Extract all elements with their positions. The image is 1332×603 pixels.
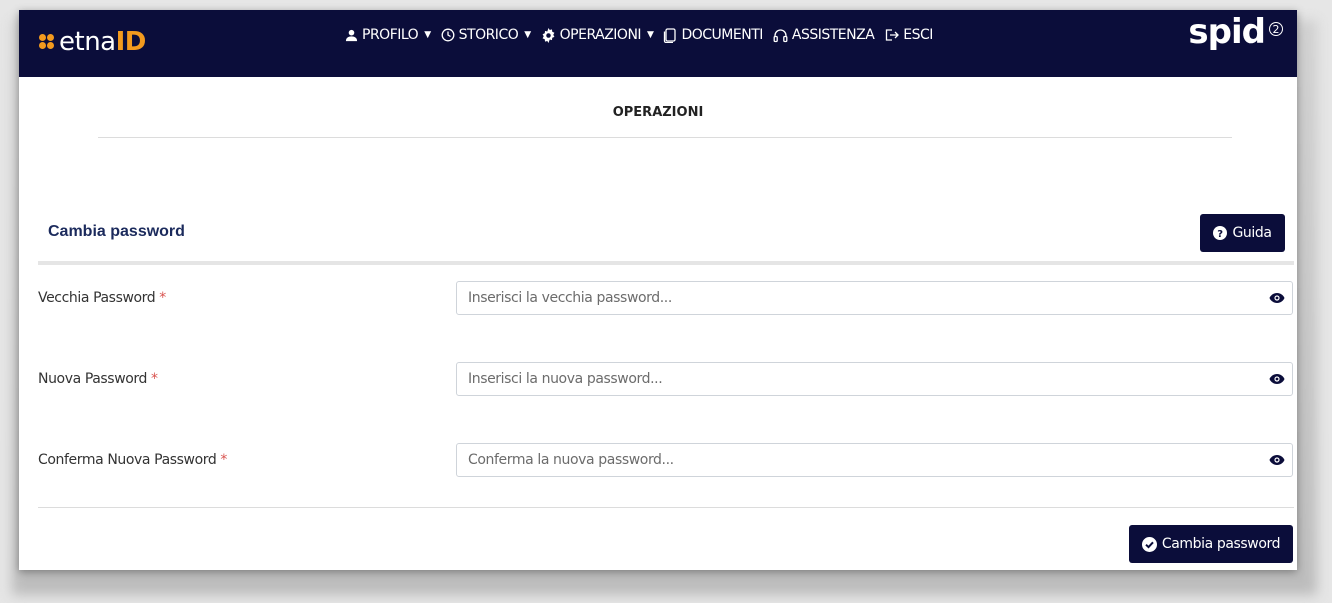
main-nav: PROFILO ▼ STORICO ▼ OPERAZIONI ▼ DOCUMEN… [345,10,943,60]
logout-icon [884,28,900,42]
chevron-down-icon: ▼ [424,30,431,40]
nav-label: STORICO [458,27,519,43]
app-window: etna ID PROFILO ▼ STORICO ▼ OPERAZIONI ▼… [19,10,1297,570]
nav-item-operazioni[interactable]: OPERAZIONI ▼ [541,27,654,43]
page-title: OPERAZIONI [612,105,704,120]
new-password-label: Nuova Password * [38,371,158,387]
spid-logo-text: spid [1188,12,1266,52]
field-label: Conferma Nuova Password [38,452,217,468]
old-password-input[interactable] [457,282,1262,314]
nav-item-storico[interactable]: STORICO ▼ [441,27,531,43]
eye-icon[interactable] [1262,292,1292,304]
nav-item-profilo[interactable]: PROFILO ▼ [345,27,431,43]
nav-label: OPERAZIONI [559,27,642,43]
change-password-button-label: Cambia password [1161,536,1281,552]
brand-prefix: etna [59,27,116,57]
spid-level-mark: 2 [1269,22,1283,36]
confirm-password-input[interactable] [457,444,1262,476]
old-password-label: Vecchia Password * [38,290,166,306]
nav-label: DOCUMENTI [681,27,763,43]
form-footer-divider [38,507,1294,508]
nav-item-esci[interactable]: ESCI [884,27,933,43]
nav-label: ESCI [903,27,933,43]
confirm-password-field [456,443,1293,477]
question-circle-icon: ? [1213,226,1228,240]
user-icon [345,29,358,42]
new-password-field [456,362,1293,396]
headset-icon [773,28,788,43]
eye-icon[interactable] [1262,373,1292,385]
chevron-down-icon: ▼ [524,30,531,40]
guida-button-label: Guida [1232,225,1272,241]
nav-label: ASSISTENZA [791,27,875,43]
nav-item-assistenza[interactable]: ASSISTENZA [773,27,875,43]
field-label: Vecchia Password [38,290,156,306]
documents-icon [663,27,677,43]
brand-suffix: ID [115,27,147,57]
required-mark: * [151,371,158,387]
check-circle-icon [1141,536,1157,552]
spid-logo: spid 2 [1188,12,1283,52]
divider [98,137,1232,138]
old-password-field [456,281,1293,315]
guida-button[interactable]: ? Guida [1200,214,1285,252]
section-title: Cambia password [48,223,185,240]
brand-dots-icon [39,34,55,50]
eye-icon[interactable] [1262,454,1292,466]
required-mark: * [220,452,227,468]
clock-icon [441,28,455,42]
section-divider [38,261,1294,265]
gear-icon [541,27,556,43]
field-label: Nuova Password [38,371,148,387]
new-password-input[interactable] [457,363,1262,395]
required-mark: * [159,290,166,306]
chevron-down-icon: ▼ [647,30,654,40]
svg-text:?: ? [1218,229,1224,240]
nav-label: PROFILO [362,27,419,43]
top-navbar: etna ID PROFILO ▼ STORICO ▼ OPERAZIONI ▼… [19,10,1297,77]
confirm-password-label: Conferma Nuova Password * [38,452,227,468]
etnaid-logo[interactable]: etna ID [39,25,146,59]
nav-item-documenti[interactable]: DOCUMENTI [663,27,763,43]
change-password-button[interactable]: Cambia password [1129,525,1293,563]
